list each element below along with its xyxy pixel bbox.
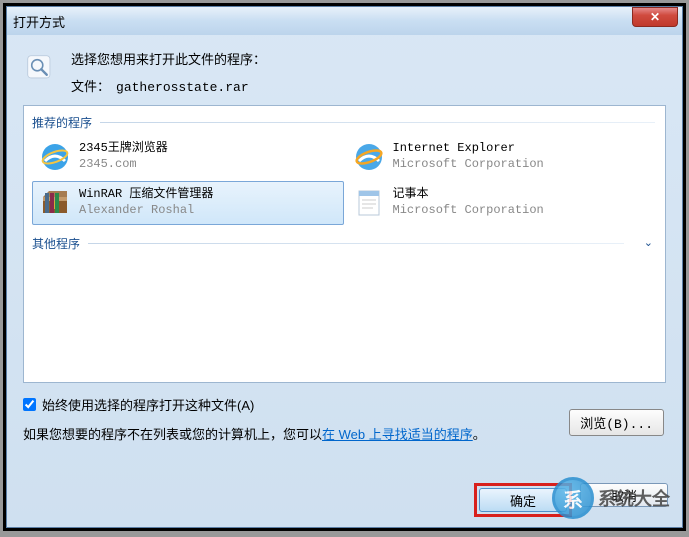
program-publisher: Microsoft Corporation xyxy=(393,157,544,173)
browse-button[interactable]: 浏览(B)... xyxy=(569,409,664,436)
file-name: gatherosstate.rar xyxy=(116,80,249,95)
always-use-label[interactable]: 始终使用选择的程序打开这种文件(A) xyxy=(42,395,254,414)
file-label: 文件： xyxy=(71,80,110,95)
cancel-button[interactable]: 取消 xyxy=(580,483,668,507)
ok-button[interactable]: 确定 xyxy=(479,488,567,512)
web-search-link[interactable]: 在 Web 上寻找适当的程序 xyxy=(322,427,473,442)
program-name: WinRAR 压缩文件管理器 xyxy=(79,187,213,203)
program-name: Internet Explorer xyxy=(393,141,544,157)
recommended-group-label: 推荐的程序 xyxy=(28,110,661,133)
program-name: 记事本 xyxy=(393,187,544,203)
ie-blue-icon xyxy=(39,141,71,173)
close-icon: ✕ xyxy=(650,10,660,24)
notepad-icon xyxy=(353,187,385,219)
titlebar[interactable]: 打开方式 ✕ xyxy=(7,7,682,35)
other-group-label: 其他程序 xyxy=(28,231,644,254)
program-publisher: Alexander Roshal xyxy=(79,203,213,219)
program-item-2[interactable]: WinRAR 压缩文件管理器Alexander Roshal xyxy=(32,181,344,225)
program-item-0[interactable]: 2345王牌浏览器2345.com xyxy=(32,135,344,179)
ie-gold-icon xyxy=(353,141,385,173)
program-publisher: Microsoft Corporation xyxy=(393,203,544,219)
program-listbox: 推荐的程序 2345王牌浏览器2345.comInternet Explorer… xyxy=(23,105,666,383)
winrar-icon xyxy=(39,187,71,219)
file-row: 文件： gatherosstate.rar xyxy=(71,76,666,95)
close-button[interactable]: ✕ xyxy=(632,7,678,27)
prompt-text: 选择您想用来打开此文件的程序： xyxy=(71,49,666,68)
program-name: 2345王牌浏览器 xyxy=(79,141,168,157)
always-use-checkbox[interactable] xyxy=(23,398,36,411)
magnifier-icon xyxy=(23,51,61,89)
program-item-1[interactable]: Internet ExplorerMicrosoft Corporation xyxy=(346,135,658,179)
program-item-3[interactable]: 记事本Microsoft Corporation xyxy=(346,181,658,225)
chevron-down-icon[interactable]: ⌄ xyxy=(644,236,653,249)
open-with-dialog: 打开方式 ✕ 选择您想用来打开此文件的程序： 文件： gatherosstate.… xyxy=(6,6,683,528)
program-publisher: 2345.com xyxy=(79,157,168,173)
ok-button-highlight: 确定 xyxy=(474,483,572,517)
window-title: 打开方式 xyxy=(13,12,65,31)
